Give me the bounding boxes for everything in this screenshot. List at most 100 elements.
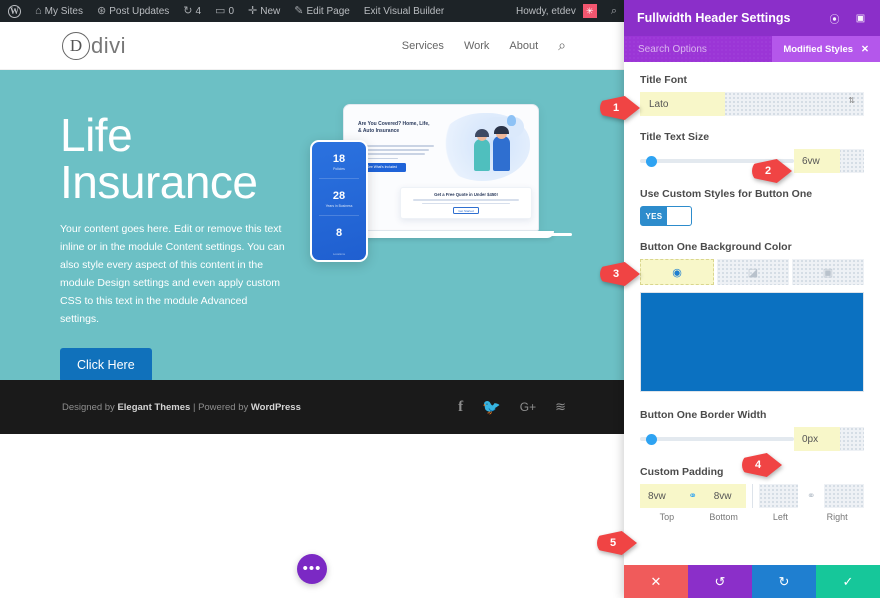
- facebook-icon[interactable]: f: [458, 399, 463, 416]
- phone-mockup-icon: 18 Policies 28 Years in Business 8 Locat…: [310, 140, 368, 262]
- panel-header: Fullwidth Header Settings ⦿ ▣: [624, 0, 880, 36]
- footer-designed-by: Designed by: [62, 401, 118, 413]
- title-text-size-input[interactable]: 6vw: [794, 149, 864, 173]
- callout-marker-3-number: 3: [612, 268, 620, 280]
- nav-search-icon[interactable]: ⌕: [558, 37, 566, 54]
- phone-stat-two-label: Years in Business: [325, 204, 353, 208]
- background-type-tabs: ◉ ◪ ▣: [640, 259, 864, 285]
- tab-gradient[interactable]: ◪: [717, 259, 789, 285]
- updates-icon: ⊛: [97, 4, 107, 17]
- padding-labels-row: Top Bottom Left Right: [640, 508, 864, 522]
- redo-button[interactable]: ↻: [752, 565, 816, 598]
- modified-styles-badge[interactable]: Modified Styles ✕: [772, 36, 880, 62]
- lightbulb-icon: [507, 115, 516, 126]
- padding-right-input[interactable]: [824, 484, 864, 508]
- save-button[interactable]: ✓: [816, 565, 880, 598]
- nav-item-work[interactable]: Work: [464, 40, 489, 52]
- target-icon[interactable]: ⦿: [828, 12, 841, 26]
- admin-bar-exit-visual-builder[interactable]: Exit Visual Builder: [357, 0, 451, 22]
- unlink-icon[interactable]: ⚭: [798, 484, 824, 508]
- callout-marker-3: 3: [600, 262, 640, 286]
- laptop-mockup-icon: Are You Covered? Home, Life, & Auto Insu…: [343, 104, 539, 231]
- custom-styles-toggle[interactable]: YES: [640, 206, 692, 226]
- admin-bar-comments[interactable]: ▭ 0: [208, 0, 241, 22]
- admin-bar-my-sites[interactable]: ⌂ My Sites: [28, 0, 90, 22]
- link-icon[interactable]: ⚭: [680, 484, 706, 508]
- phone-stat-two: 28 Years in Business: [312, 179, 366, 208]
- admin-bar-edit-page-label: Edit Page: [306, 5, 350, 17]
- hero-cta-button[interactable]: Click Here: [60, 348, 152, 380]
- tab-solid-color[interactable]: ◉: [640, 259, 714, 285]
- footer-elegant-themes-link[interactable]: Elegant Themes: [117, 402, 190, 413]
- field-button-bg-color: Button One Background Color ◉ ◪ ▣: [640, 241, 864, 392]
- footer-separator: |: [190, 401, 199, 413]
- image-icon: ▣: [822, 266, 834, 279]
- slider-thumb[interactable]: [646, 155, 657, 167]
- slider-thumb[interactable]: [646, 433, 657, 445]
- admin-bar-new[interactable]: ✛ New: [241, 0, 287, 22]
- hero-title-line1: Life: [60, 109, 133, 161]
- google-plus-icon[interactable]: G+: [520, 400, 536, 414]
- quote-card-title: Get a Free Quote in Under $450!: [434, 192, 498, 197]
- footer-powered-by: Powered by: [198, 401, 251, 413]
- fullwidth-header-module[interactable]: Life Insurance Your content goes here. E…: [0, 70, 624, 380]
- wp-admin-bar: W ⌂ My Sites ⊛ Post Updates ↻ 4 ▭ 0 ✛ Ne…: [0, 0, 624, 22]
- nav-item-about[interactable]: About: [509, 40, 538, 52]
- admin-bar-wordpress-logo[interactable]: W: [0, 0, 28, 22]
- hero-illustration-area: Are You Covered? Home, Life, & Auto Insu…: [300, 70, 624, 380]
- padding-top-input[interactable]: 8vw: [640, 484, 680, 508]
- twitter-icon[interactable]: 🐦: [482, 398, 501, 416]
- plus-icon: ✛: [248, 4, 258, 17]
- person-figure-one-icon: [474, 129, 490, 171]
- undo-button[interactable]: ↺: [688, 565, 752, 598]
- phone-stat-three-label: Locations: [333, 252, 345, 256]
- field-custom-styles-label: Use Custom Styles for Button One: [640, 188, 813, 200]
- toggle-yes-label: YES: [645, 211, 663, 221]
- admin-bar-account[interactable]: Howdy, etdev ✳: [509, 0, 604, 22]
- admin-bar-search-button[interactable]: ⌕: [604, 0, 624, 22]
- footer-wordpress-link[interactable]: WordPress: [251, 402, 301, 413]
- admin-bar-new-label: New: [260, 5, 281, 17]
- rss-icon[interactable]: ≋: [555, 399, 566, 415]
- padding-bottom-input[interactable]: 8vw: [705, 484, 746, 508]
- padding-right-label: Right: [826, 512, 848, 522]
- tab-image[interactable]: ▣: [792, 259, 864, 285]
- cancel-button[interactable]: ✕: [624, 565, 688, 598]
- admin-bar-revisions[interactable]: ↻ 4: [176, 0, 208, 22]
- hero-paragraph: Your content goes here. Edit or remove t…: [60, 222, 285, 326]
- padding-inputs-row: 8vw ⚭ 8vw ⚭: [640, 484, 864, 508]
- admin-bar-post-updates[interactable]: ⊛ Post Updates: [90, 0, 176, 22]
- comment-icon: ▭: [215, 4, 226, 17]
- layout-split-icon[interactable]: ▣: [854, 12, 867, 25]
- title-font-select[interactable]: Lato ⇅: [640, 92, 864, 116]
- search-icon: ⌕: [610, 4, 617, 17]
- panel-search-bar[interactable]: Search Options Modified Styles ✕: [624, 36, 880, 62]
- chevron-updown-icon: ⇅: [848, 96, 855, 105]
- padding-left-input[interactable]: [758, 484, 799, 508]
- site-footer: Designed by Elegant Themes | Powered by …: [0, 380, 624, 434]
- screen-root: W ⌂ My Sites ⊛ Post Updates ↻ 4 ▭ 0 ✛ Ne…: [0, 0, 880, 598]
- admin-bar-comments-count: 0: [228, 5, 235, 17]
- border-width-input[interactable]: 0px: [794, 427, 864, 451]
- callout-marker-5: 5: [597, 531, 637, 555]
- insurance-illustration: Are You Covered? Home, Life, & Auto Insu…: [310, 98, 572, 288]
- panel-body: Title Font Lato ⇅ Title Text Size 6vw Us…: [624, 62, 880, 565]
- site-logo[interactable]: D divi: [62, 31, 127, 60]
- color-swatch[interactable]: [640, 292, 864, 392]
- laptop-headline: Are You Covered? Home, Life, & Auto Insu…: [358, 121, 430, 135]
- search-input[interactable]: Search Options: [638, 44, 707, 55]
- site-logo-text: divi: [91, 32, 127, 58]
- hero-content: Life Insurance Your content goes here. E…: [0, 70, 300, 380]
- admin-bar-edit-page[interactable]: ✎ Edit Page: [287, 0, 357, 22]
- close-icon[interactable]: ✕: [861, 44, 869, 55]
- visual-builder-menu-button[interactable]: •••: [297, 554, 327, 584]
- border-width-slider[interactable]: [640, 427, 794, 451]
- padding-bottom-label: Bottom: [709, 512, 738, 522]
- nav-item-services[interactable]: Services: [402, 40, 444, 52]
- site-header: D divi Services Work About ⌕: [0, 22, 624, 70]
- phone-stat-one-label: Policies: [333, 167, 345, 171]
- module-settings-panel: Fullwidth Header Settings ⦿ ▣ Search Opt…: [624, 0, 880, 598]
- quote-card-button-label: Get Started: [458, 209, 474, 214]
- callout-marker-4-number: 4: [754, 459, 762, 471]
- wordpress-logo-icon: W: [8, 4, 21, 18]
